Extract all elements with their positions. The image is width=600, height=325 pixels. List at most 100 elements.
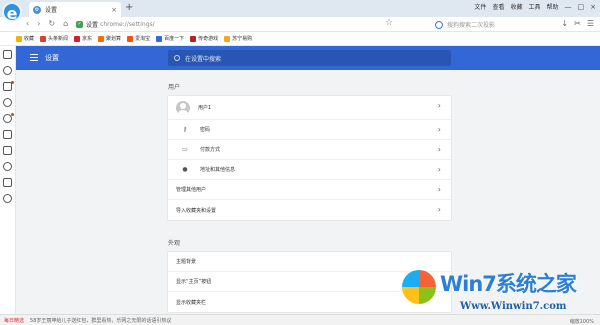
import-row[interactable]: 导入收藏夹和设置 › [168, 200, 451, 220]
chevron-right-icon: › [437, 145, 441, 154]
reload-button[interactable]: ↻ [48, 19, 55, 29]
tab-settings[interactable]: ⚙ 设置 × [29, 2, 121, 17]
bookmark-item[interactable]: 头条新闻 [40, 35, 68, 42]
chat-rail-icon[interactable] [3, 98, 12, 107]
show-home-button-row[interactable]: 显示“主页”按钮 [168, 272, 451, 292]
favorites-rail-icon[interactable] [3, 50, 12, 59]
themes-row[interactable]: 主题背景 [168, 252, 451, 272]
bookmark-favicon-icon [190, 35, 197, 42]
addresses-label: 地址和其他信息 [200, 167, 236, 173]
import-label: 导入收藏夹和设置 [176, 207, 217, 214]
search-engine-box[interactable]: 搜狗搜索二次投影 [435, 19, 555, 30]
settings-title: 设置 [45, 54, 59, 62]
location-pin-icon: ● [182, 166, 188, 173]
menu-view[interactable]: 查看 [492, 2, 504, 11]
tab-close-icon[interactable]: × [111, 6, 117, 14]
bookmark-favicon-icon [127, 35, 134, 42]
bookmark-label: 传奇游戏 [198, 36, 219, 42]
bookmark-label: 收藏 [24, 36, 35, 42]
video-rail-icon[interactable] [3, 162, 12, 171]
bookmark-item[interactable]: 苏宁易购 [224, 35, 252, 42]
show-bookmarks-bar-label: 显示收藏夹栏 [176, 299, 207, 306]
card-icon: ▭ [182, 146, 188, 153]
status-bar: 每日精选 58岁王丽坤给儿子送红包，群里看热，乐网之无限的话语引热议 缩放100… [0, 314, 600, 325]
people-card: 用户1 › ⚷ 密码 › ▭ 付款方式 › ● 地址和其他信息 › 管理其他用户… [168, 96, 451, 220]
settings-search-input[interactable]: 在设置中搜索 [168, 50, 451, 66]
appearance-section-title: 外观 [168, 240, 181, 247]
system-menu: 文件 查看 收藏 工具 帮助 — □ × [474, 2, 596, 12]
game-rail-icon[interactable] [3, 194, 12, 203]
bookmark-favicon-icon [40, 35, 47, 42]
bookmark-label: 苏宁易购 [232, 36, 253, 42]
url-path: chrome://settings/ [100, 21, 155, 28]
side-rail [0, 46, 16, 314]
passwords-row[interactable]: ⚷ 密码 › [168, 120, 451, 140]
bookmark-label: 京东 [82, 36, 93, 42]
bookmark-item[interactable]: 聚划算 [98, 35, 121, 42]
bookmark-star-icon[interactable]: ☆ [385, 18, 393, 28]
addresses-row[interactable]: ● 地址和其他信息 › [168, 160, 451, 180]
profile-name: 用户1 [198, 105, 212, 111]
maximize-button[interactable]: □ [578, 3, 585, 11]
payment-methods-row[interactable]: ▭ 付款方式 › [168, 140, 451, 160]
address-bar[interactable]: ✓ 设置 chrome://settings/ [76, 19, 376, 30]
navigation-bar: ‹ › ↻ ⌂ ✓ 设置 chrome://settings/ ☆ 搜狗搜索二次… [0, 17, 600, 32]
bookmark-item[interactable]: 京东 [74, 35, 92, 42]
notes-rail-icon[interactable] [3, 81, 14, 91]
screenshot-icon[interactable]: ✂ [574, 19, 581, 28]
settings-search-placeholder: 在设置中搜索 [185, 55, 222, 63]
bookmark-item[interactable]: 爱淘宝 [127, 35, 150, 42]
forward-button[interactable]: › [37, 19, 40, 29]
hamburger-menu-icon[interactable] [30, 54, 38, 61]
apps-rail-icon[interactable] [3, 146, 12, 155]
zoom-level[interactable]: 缩放100% [570, 318, 594, 325]
passwords-label: 密码 [200, 127, 211, 133]
menu-tools[interactable]: 工具 [528, 2, 540, 11]
weibo-rail-icon[interactable] [3, 113, 14, 123]
settings-tab-icon: ⚙ [33, 5, 41, 14]
bookmark-favicon-icon [98, 35, 105, 42]
close-window-button[interactable]: × [590, 3, 596, 11]
main-menu-icon[interactable]: ☰ [587, 19, 594, 28]
menu-help[interactable]: 帮助 [546, 2, 558, 11]
show-home-button-label: 显示“主页”按钮 [176, 279, 212, 285]
browser-logo-icon[interactable]: e [2, 2, 22, 23]
settings-header: 设置 在设置中搜索 [16, 46, 600, 70]
toolbar-right: ↓ ✂ ☰ [561, 19, 594, 28]
minimize-button[interactable]: — [565, 3, 572, 11]
bookmark-item[interactable]: 传奇游戏 [190, 35, 218, 42]
bookmark-favicon-icon [74, 35, 81, 42]
payment-methods-label: 付款方式 [200, 147, 221, 153]
bookmark-item[interactable]: 百度一下 [156, 35, 184, 42]
url-host: 设置 [86, 22, 99, 29]
chevron-right-icon: › [437, 205, 441, 214]
show-bookmarks-bar-row[interactable]: 显示收藏夹栏 [168, 292, 451, 312]
bookmark-favicon-icon [224, 35, 231, 42]
daily-picks-link[interactable]: 每日精选 [4, 317, 24, 324]
download-icon[interactable]: ↓ [561, 19, 568, 28]
bookmark-label: 百度一下 [164, 36, 185, 42]
settings-page: 设置 在设置中搜索 用户 用户1 › ⚷ 密码 › ▭ 付款方式 › ● 地址和… [16, 46, 600, 314]
avatar [176, 100, 190, 115]
new-tab-button[interactable]: + [125, 3, 133, 13]
profile-row[interactable]: 用户1 › [168, 96, 451, 120]
manage-people-row[interactable]: 管理其他用户 › [168, 180, 451, 200]
search-engine-placeholder: 搜狗搜索二次投影 [447, 22, 496, 29]
bookmark-label: 爱淘宝 [135, 36, 151, 42]
chevron-right-icon: › [437, 125, 441, 134]
bookmark-item[interactable]: 收藏 [16, 35, 34, 42]
menu-file[interactable]: 文件 [474, 2, 486, 11]
mail-rail-icon[interactable] [3, 130, 12, 139]
bookmark-favicon-icon [16, 35, 22, 42]
search-engine-icon [435, 20, 443, 29]
home-button[interactable]: ⌂ [63, 19, 68, 29]
history-rail-icon[interactable] [3, 66, 12, 75]
menu-favorites[interactable]: 收藏 [510, 2, 522, 11]
key-icon: ⚷ [182, 126, 188, 133]
chevron-right-icon: › [437, 185, 441, 194]
calendar-rail-icon[interactable] [3, 178, 12, 187]
back-button[interactable]: ‹ [26, 19, 29, 29]
bookmark-label: 聚划算 [106, 36, 122, 42]
secure-shield-icon: ✓ [76, 21, 83, 28]
news-ticker[interactable]: 58岁王丽坤给儿子送红包，群里看热，乐网之无限的话语引热议 [30, 317, 171, 324]
